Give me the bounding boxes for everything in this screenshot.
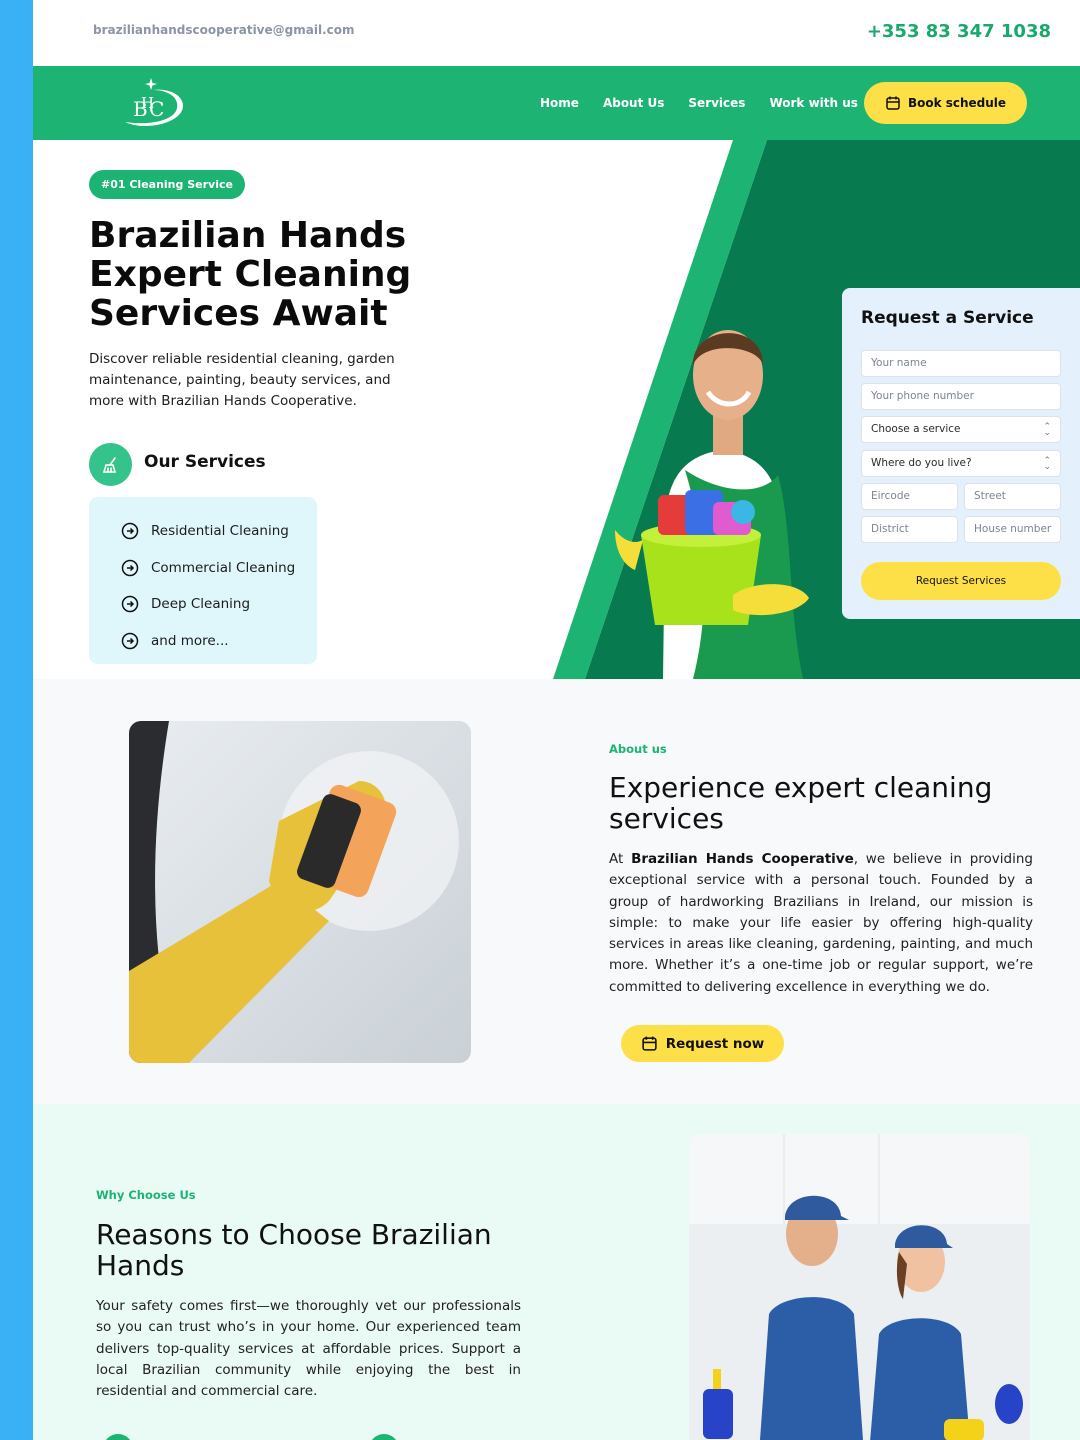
district-input[interactable]: District <box>861 516 958 543</box>
nav-home-link[interactable]: Home <box>540 96 579 110</box>
cleaner-worker-image <box>615 330 809 679</box>
contact-phone-link[interactable]: +353 83 347 1038 <box>867 21 1051 42</box>
service-item-label: Commercial Cleaning <box>151 559 296 576</box>
location-select[interactable]: Where do you live? ⌃ ⌄ <box>861 450 1061 477</box>
why-text: Your safety comes first—we thoroughly ve… <box>96 1298 521 1400</box>
nav-about-link[interactable]: About Us <box>603 96 664 110</box>
nav-links: Home About Us Services Work with us <box>540 66 882 140</box>
about-section: About us Experience expert cleaning serv… <box>33 679 1080 1104</box>
service-item[interactable]: and more... <box>121 623 317 660</box>
side-accent-strip <box>0 0 33 1440</box>
book-schedule-label: Book schedule <box>907 96 1007 110</box>
hero-description: Discover reliable residential cleaning, … <box>89 351 395 409</box>
arrow-right-circle-icon <box>121 596 139 613</box>
arrow-right-circle-icon <box>121 523 139 540</box>
arrow-right-circle-icon <box>121 632 139 649</box>
location-select-value: Where do you live? <box>871 457 972 469</box>
feature-icon-circle <box>369 1434 399 1440</box>
about-text: At Brazilian Hands Cooperative, we belie… <box>609 849 1033 998</box>
top-contact-bar: brazilianhandscooperative@gmail.com +353… <box>33 0 1080 66</box>
hero-title-line: Expert Cleaning <box>89 254 412 295</box>
cleaning-team-image <box>689 1134 1030 1440</box>
why-eyebrow: Why Choose Us <box>96 1188 196 1202</box>
calendar-icon <box>886 96 900 110</box>
hero-section: #01 Cleaning Service Brazilian Hands Exp… <box>33 140 1080 679</box>
services-list: Residential Cleaning Commercial Cleaning… <box>89 497 317 664</box>
request-now-label: Request now <box>665 1035 765 1052</box>
service-item[interactable]: Deep Cleaning <box>121 586 317 623</box>
request-service-form: Request a Service Your name Your phone n… <box>842 288 1080 619</box>
calendar-icon <box>642 1036 657 1051</box>
about-eyebrow: About us <box>609 742 667 756</box>
glove-cleaning-image <box>129 721 471 1063</box>
about-title: Experience expert cleaning services <box>609 771 993 835</box>
main-navigation: B H C Home About Us Services Work with u… <box>33 66 1080 140</box>
phone-input[interactable]: Your phone number <box>861 383 1061 410</box>
service-item-label: Deep Cleaning <box>151 596 251 613</box>
street-input[interactable]: Street <box>964 483 1061 510</box>
hero-badge: #01 Cleaning Service <box>89 170 245 199</box>
house-number-input[interactable]: House number <box>964 516 1061 543</box>
hero-title-line: Brazilian Hands <box>89 215 407 256</box>
service-item-label: and more... <box>151 632 229 649</box>
nav-work-with-us-link[interactable]: Work with us <box>769 96 857 110</box>
request-now-button[interactable]: Request now <box>621 1025 784 1062</box>
form-title: Request a Service <box>861 308 1034 328</box>
about-text-body: , we believe in providing exceptional se… <box>609 851 1033 995</box>
chevron-updown-icon: ⌃ ⌄ <box>1043 456 1051 472</box>
nav-services-link[interactable]: Services <box>688 96 745 110</box>
service-select-value: Choose a service <box>871 423 961 435</box>
service-item-label: Residential Cleaning <box>151 523 289 540</box>
chevron-updown-icon: ⌃ ⌄ <box>1043 422 1051 438</box>
feature-icon-circle <box>103 1434 133 1440</box>
svg-text:C: C <box>149 97 164 121</box>
hero-title: Brazilian Hands Expert Cleaning Services… <box>89 216 469 333</box>
cleaning-brush-icon <box>89 443 132 486</box>
name-input[interactable]: Your name <box>861 350 1061 377</box>
arrow-right-circle-icon <box>121 559 139 576</box>
hero-title-line: Services Await <box>89 293 388 334</box>
request-services-button[interactable]: Request Services <box>861 562 1061 600</box>
service-item[interactable]: Commercial Cleaning <box>121 550 317 587</box>
why-choose-us-section: Why Choose Us Reasons to Choose Brazilia… <box>33 1104 1080 1440</box>
about-text-company: Brazilian Hands Cooperative <box>631 851 854 867</box>
our-services-heading: Our Services <box>144 452 266 472</box>
page: brazilianhandscooperative@gmail.com +353… <box>33 0 1080 1440</box>
service-item[interactable]: Residential Cleaning <box>121 513 317 550</box>
why-title: Reasons to Choose Brazilian Hands <box>96 1218 492 1282</box>
contact-email-link[interactable]: brazilianhandscooperative@gmail.com <box>93 23 354 37</box>
about-text-prefix: At <box>609 851 632 867</box>
brand-logo[interactable]: B H C <box>117 76 187 132</box>
eircode-input[interactable]: Eircode <box>861 483 958 510</box>
service-select[interactable]: Choose a service ⌃ ⌄ <box>861 416 1061 443</box>
book-schedule-button[interactable]: Book schedule <box>864 82 1027 124</box>
